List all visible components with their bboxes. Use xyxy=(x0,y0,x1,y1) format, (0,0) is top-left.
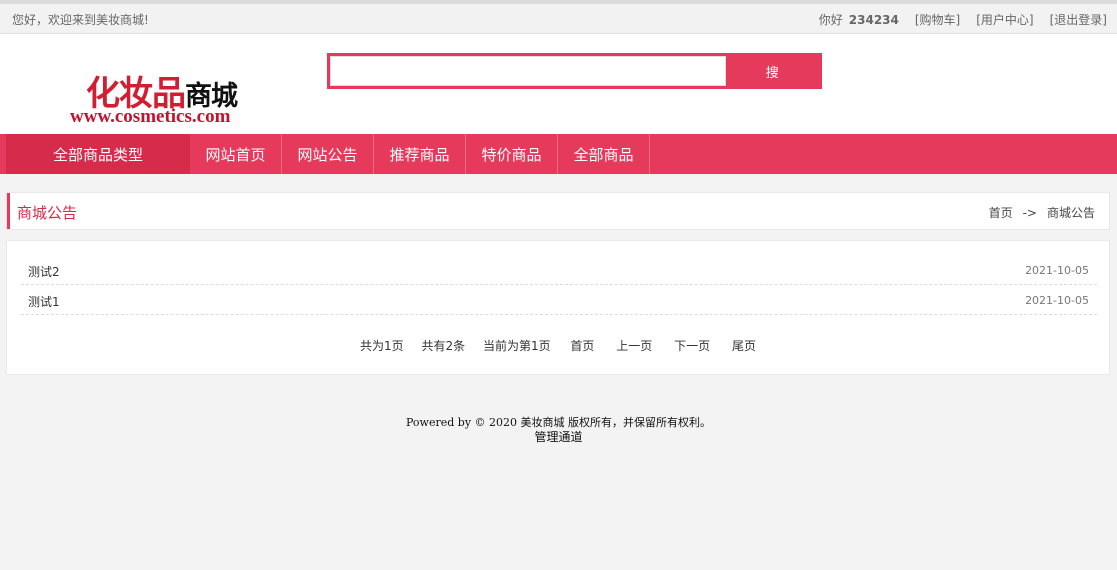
greeting-text: 你好 xyxy=(818,13,843,27)
notice-date: 2021-10-05 xyxy=(1025,264,1089,277)
search-box: 搜 xyxy=(327,53,822,89)
breadcrumb-current: 商城公告 xyxy=(1046,206,1095,220)
nav-item-announcements[interactable]: 网站公告 xyxy=(282,134,374,174)
nav-items: 网站首页 网站公告 推荐商品 特价商品 全部商品 xyxy=(190,134,650,174)
pager-next-link[interactable]: 下一页 xyxy=(674,339,710,353)
top-bar: 您好，欢迎来到美妆商城! 你好 234234 [购物车] [用户中心] [退出登… xyxy=(0,0,1117,34)
nav-item-recommended[interactable]: 推荐商品 xyxy=(374,134,466,174)
main-nav: 全部商品类型 网站首页 网站公告 推荐商品 特价商品 全部商品 xyxy=(0,134,1117,174)
welcome-text: 您好，欢迎来到美妆商城! xyxy=(12,13,149,27)
list-item[interactable]: 测试2 2021-10-05 xyxy=(21,255,1097,285)
breadcrumb: 首页 -> 商城公告 xyxy=(989,204,1095,221)
admin-link[interactable]: 管理通道 xyxy=(534,430,582,444)
username: 234234 xyxy=(848,12,899,27)
notice-list-panel: 测试2 2021-10-05 测试1 2021-10-05 共为1页 共有2条 … xyxy=(6,240,1110,375)
breadcrumb-home-link[interactable]: 首页 xyxy=(989,204,1013,221)
logo-url: www.cosmetics.com xyxy=(70,106,231,127)
notice-title[interactable]: 测试2 xyxy=(28,263,60,280)
pagination: 共为1页 共有2条 当前为第1页 首页 上一页 下一页 尾页 xyxy=(7,337,1111,354)
cart-link[interactable]: [购物车] xyxy=(915,11,960,28)
footer: Powered by © 2020 美妆商城 版权所有，并保留所有权利。 管理通… xyxy=(0,416,1117,445)
pager-total-items: 共有2条 xyxy=(421,339,466,353)
pager-total-pages: 共为1页 xyxy=(360,339,404,353)
page-title: 商城公告 xyxy=(17,204,78,222)
pager-current-page: 当前为第1页 xyxy=(482,339,551,353)
pager-first-link[interactable]: 首页 xyxy=(570,339,594,353)
nav-item-specials[interactable]: 特价商品 xyxy=(466,134,558,174)
list-item[interactable]: 测试1 2021-10-05 xyxy=(21,285,1097,315)
all-categories-button[interactable]: 全部商品类型 xyxy=(6,134,190,174)
user-center-link[interactable]: [用户中心] xyxy=(976,11,1033,28)
notice-date: 2021-10-05 xyxy=(1025,294,1089,307)
user-links: 你好 234234 [购物车] [用户中心] [退出登录] xyxy=(803,11,1107,28)
nav-item-home[interactable]: 网站首页 xyxy=(190,134,282,174)
logout-link[interactable]: [退出登录] xyxy=(1050,11,1107,28)
search-input[interactable] xyxy=(330,56,726,86)
nav-item-all-products[interactable]: 全部商品 xyxy=(558,134,650,174)
page-title-bar: 商城公告 首页 -> 商城公告 xyxy=(6,192,1110,230)
site-logo[interactable]: 化妆品商城 www.cosmetics.com xyxy=(70,64,270,128)
pager-last-link[interactable]: 尾页 xyxy=(732,339,756,353)
header: 化妆品商城 www.cosmetics.com 搜 xyxy=(0,34,1117,134)
title-accent xyxy=(7,193,10,229)
pager-prev-link[interactable]: 上一页 xyxy=(616,339,652,353)
breadcrumb-arrow: -> xyxy=(1022,205,1037,220)
notice-title[interactable]: 测试1 xyxy=(28,293,60,310)
copyright-text: Powered by © 2020 美妆商城 版权所有，并保留所有权利。 xyxy=(405,416,712,429)
search-button[interactable]: 搜 xyxy=(725,56,819,86)
